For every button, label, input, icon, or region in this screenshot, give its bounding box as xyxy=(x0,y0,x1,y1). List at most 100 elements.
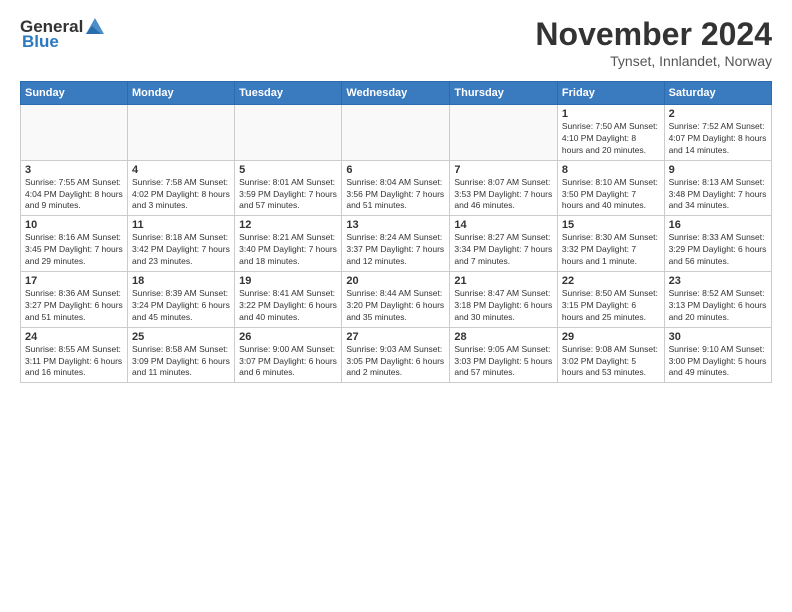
day-number: 27 xyxy=(346,331,445,343)
table-row: 25Sunrise: 8:58 AM Sunset: 3:09 PM Dayli… xyxy=(128,327,235,383)
table-row: 11Sunrise: 8:18 AM Sunset: 3:42 PM Dayli… xyxy=(128,216,235,272)
day-info: Sunrise: 8:47 AM Sunset: 3:18 PM Dayligh… xyxy=(454,288,553,324)
col-thursday: Thursday xyxy=(450,82,558,105)
day-number: 13 xyxy=(346,219,445,231)
day-number: 17 xyxy=(25,275,123,287)
col-monday: Monday xyxy=(128,82,235,105)
day-number: 14 xyxy=(454,219,553,231)
day-number: 28 xyxy=(454,331,553,343)
table-row: 26Sunrise: 9:00 AM Sunset: 3:07 PM Dayli… xyxy=(235,327,342,383)
table-row: 21Sunrise: 8:47 AM Sunset: 3:18 PM Dayli… xyxy=(450,272,558,328)
day-info: Sunrise: 8:21 AM Sunset: 3:40 PM Dayligh… xyxy=(239,232,337,268)
day-number: 5 xyxy=(239,164,337,176)
day-number: 20 xyxy=(346,275,445,287)
table-row: 10Sunrise: 8:16 AM Sunset: 3:45 PM Dayli… xyxy=(21,216,128,272)
day-info: Sunrise: 8:13 AM Sunset: 3:48 PM Dayligh… xyxy=(669,177,767,213)
calendar-week-row: 24Sunrise: 8:55 AM Sunset: 3:11 PM Dayli… xyxy=(21,327,772,383)
table-row: 29Sunrise: 9:08 AM Sunset: 3:02 PM Dayli… xyxy=(557,327,664,383)
table-row: 12Sunrise: 8:21 AM Sunset: 3:40 PM Dayli… xyxy=(235,216,342,272)
day-info: Sunrise: 9:10 AM Sunset: 3:00 PM Dayligh… xyxy=(669,344,767,380)
day-number: 22 xyxy=(562,275,660,287)
table-row: 28Sunrise: 9:05 AM Sunset: 3:03 PM Dayli… xyxy=(450,327,558,383)
day-info: Sunrise: 8:04 AM Sunset: 3:56 PM Dayligh… xyxy=(346,177,445,213)
table-row: 20Sunrise: 8:44 AM Sunset: 3:20 PM Dayli… xyxy=(342,272,450,328)
day-info: Sunrise: 9:00 AM Sunset: 3:07 PM Dayligh… xyxy=(239,344,337,380)
day-number: 23 xyxy=(669,275,767,287)
day-info: Sunrise: 9:05 AM Sunset: 3:03 PM Dayligh… xyxy=(454,344,553,380)
day-info: Sunrise: 8:36 AM Sunset: 3:27 PM Dayligh… xyxy=(25,288,123,324)
table-row: 7Sunrise: 8:07 AM Sunset: 3:53 PM Daylig… xyxy=(450,160,558,216)
table-row: 19Sunrise: 8:41 AM Sunset: 3:22 PM Dayli… xyxy=(235,272,342,328)
location: Tynset, Innlandet, Norway xyxy=(535,53,772,69)
table-row: 27Sunrise: 9:03 AM Sunset: 3:05 PM Dayli… xyxy=(342,327,450,383)
table-row: 1Sunrise: 7:50 AM Sunset: 4:10 PM Daylig… xyxy=(557,105,664,161)
day-number: 6 xyxy=(346,164,445,176)
calendar-header-row: Sunday Monday Tuesday Wednesday Thursday… xyxy=(21,82,772,105)
day-info: Sunrise: 8:52 AM Sunset: 3:13 PM Dayligh… xyxy=(669,288,767,324)
day-info: Sunrise: 8:24 AM Sunset: 3:37 PM Dayligh… xyxy=(346,232,445,268)
day-number: 2 xyxy=(669,108,767,120)
table-row: 24Sunrise: 8:55 AM Sunset: 3:11 PM Dayli… xyxy=(21,327,128,383)
table-row: 15Sunrise: 8:30 AM Sunset: 3:32 PM Dayli… xyxy=(557,216,664,272)
day-info: Sunrise: 8:01 AM Sunset: 3:59 PM Dayligh… xyxy=(239,177,337,213)
table-row xyxy=(450,105,558,161)
day-info: Sunrise: 8:18 AM Sunset: 3:42 PM Dayligh… xyxy=(132,232,230,268)
calendar-week-row: 10Sunrise: 8:16 AM Sunset: 3:45 PM Dayli… xyxy=(21,216,772,272)
day-number: 26 xyxy=(239,331,337,343)
day-number: 29 xyxy=(562,331,660,343)
day-info: Sunrise: 7:58 AM Sunset: 4:02 PM Dayligh… xyxy=(132,177,230,213)
page: General Blue November 2024 Tynset, Innla… xyxy=(0,0,792,612)
table-row: 16Sunrise: 8:33 AM Sunset: 3:29 PM Dayli… xyxy=(664,216,771,272)
table-row xyxy=(21,105,128,161)
calendar-week-row: 17Sunrise: 8:36 AM Sunset: 3:27 PM Dayli… xyxy=(21,272,772,328)
table-row: 18Sunrise: 8:39 AM Sunset: 3:24 PM Dayli… xyxy=(128,272,235,328)
title-block: November 2024 Tynset, Innlandet, Norway xyxy=(535,16,772,69)
day-info: Sunrise: 8:55 AM Sunset: 3:11 PM Dayligh… xyxy=(25,344,123,380)
day-info: Sunrise: 8:16 AM Sunset: 3:45 PM Dayligh… xyxy=(25,232,123,268)
day-number: 18 xyxy=(132,275,230,287)
day-number: 15 xyxy=(562,219,660,231)
day-info: Sunrise: 7:55 AM Sunset: 4:04 PM Dayligh… xyxy=(25,177,123,213)
calendar-week-row: 1Sunrise: 7:50 AM Sunset: 4:10 PM Daylig… xyxy=(21,105,772,161)
col-saturday: Saturday xyxy=(664,82,771,105)
table-row: 9Sunrise: 8:13 AM Sunset: 3:48 PM Daylig… xyxy=(664,160,771,216)
table-row: 22Sunrise: 8:50 AM Sunset: 3:15 PM Dayli… xyxy=(557,272,664,328)
day-info: Sunrise: 7:50 AM Sunset: 4:10 PM Dayligh… xyxy=(562,121,660,157)
table-row: 30Sunrise: 9:10 AM Sunset: 3:00 PM Dayli… xyxy=(664,327,771,383)
logo-blue: Blue xyxy=(22,32,59,52)
day-number: 16 xyxy=(669,219,767,231)
day-number: 11 xyxy=(132,219,230,231)
table-row xyxy=(235,105,342,161)
col-tuesday: Tuesday xyxy=(235,82,342,105)
table-row: 13Sunrise: 8:24 AM Sunset: 3:37 PM Dayli… xyxy=(342,216,450,272)
day-info: Sunrise: 8:10 AM Sunset: 3:50 PM Dayligh… xyxy=(562,177,660,213)
day-number: 10 xyxy=(25,219,123,231)
table-row: 4Sunrise: 7:58 AM Sunset: 4:02 PM Daylig… xyxy=(128,160,235,216)
logo-icon xyxy=(84,16,106,38)
day-number: 3 xyxy=(25,164,123,176)
month-year: November 2024 xyxy=(535,16,772,53)
day-info: Sunrise: 8:33 AM Sunset: 3:29 PM Dayligh… xyxy=(669,232,767,268)
day-info: Sunrise: 8:41 AM Sunset: 3:22 PM Dayligh… xyxy=(239,288,337,324)
table-row: 23Sunrise: 8:52 AM Sunset: 3:13 PM Dayli… xyxy=(664,272,771,328)
day-info: Sunrise: 8:27 AM Sunset: 3:34 PM Dayligh… xyxy=(454,232,553,268)
logo: General Blue xyxy=(20,16,107,52)
day-number: 30 xyxy=(669,331,767,343)
day-number: 4 xyxy=(132,164,230,176)
calendar-week-row: 3Sunrise: 7:55 AM Sunset: 4:04 PM Daylig… xyxy=(21,160,772,216)
col-friday: Friday xyxy=(557,82,664,105)
day-info: Sunrise: 9:08 AM Sunset: 3:02 PM Dayligh… xyxy=(562,344,660,380)
col-wednesday: Wednesday xyxy=(342,82,450,105)
day-info: Sunrise: 8:39 AM Sunset: 3:24 PM Dayligh… xyxy=(132,288,230,324)
day-number: 12 xyxy=(239,219,337,231)
calendar: Sunday Monday Tuesday Wednesday Thursday… xyxy=(20,81,772,383)
table-row: 14Sunrise: 8:27 AM Sunset: 3:34 PM Dayli… xyxy=(450,216,558,272)
day-info: Sunrise: 8:50 AM Sunset: 3:15 PM Dayligh… xyxy=(562,288,660,324)
day-number: 1 xyxy=(562,108,660,120)
day-info: Sunrise: 8:30 AM Sunset: 3:32 PM Dayligh… xyxy=(562,232,660,268)
header: General Blue November 2024 Tynset, Innla… xyxy=(20,16,772,69)
day-info: Sunrise: 9:03 AM Sunset: 3:05 PM Dayligh… xyxy=(346,344,445,380)
day-number: 24 xyxy=(25,331,123,343)
table-row: 3Sunrise: 7:55 AM Sunset: 4:04 PM Daylig… xyxy=(21,160,128,216)
day-number: 19 xyxy=(239,275,337,287)
